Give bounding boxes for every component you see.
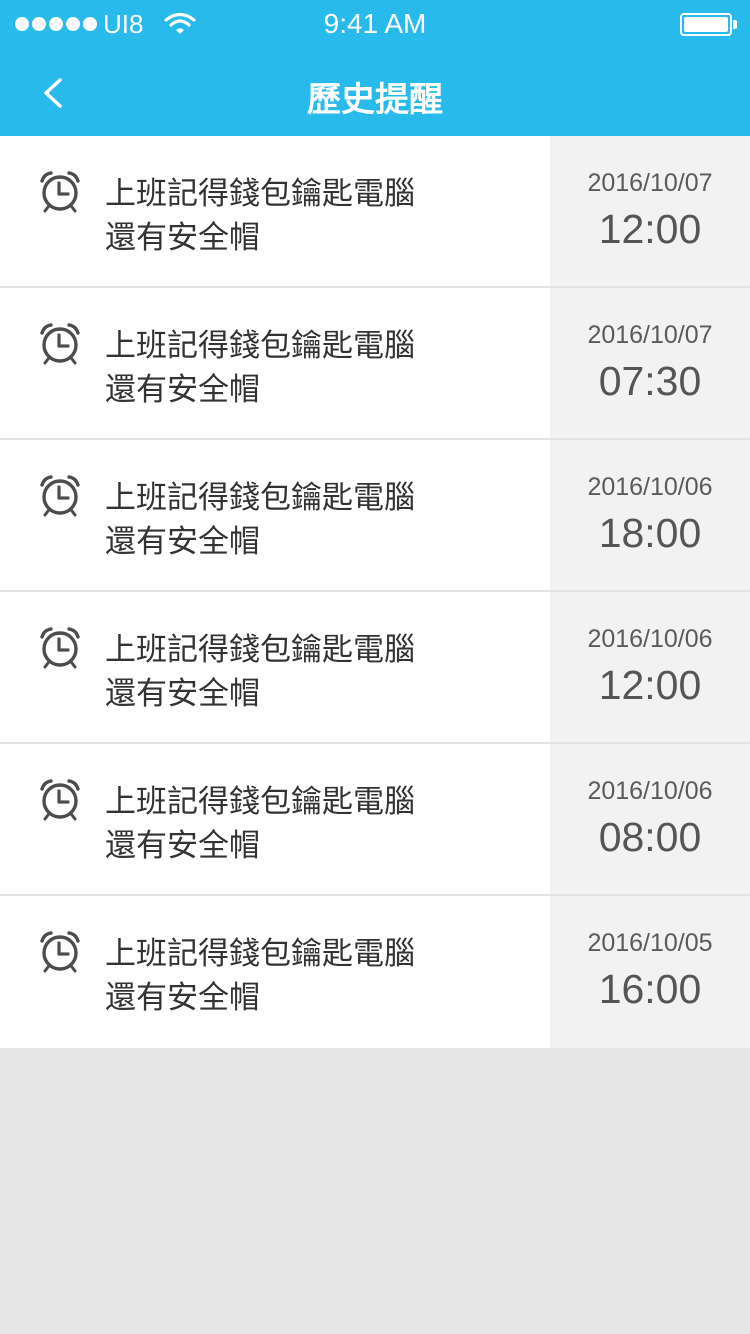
reminder-text: 上班記得錢包鑰匙電腦還有安全帽 [105, 784, 415, 864]
reminder-text: 上班記得錢包鑰匙電腦還有安全帽 [105, 632, 415, 712]
list-item[interactable]: 上班記得錢包鑰匙電腦還有安全帽 2016/10/05 16:00 [0, 896, 750, 1048]
reminder-date: 2016/10/06 [587, 625, 713, 653]
alarm-clock-icon [40, 779, 80, 821]
list-item[interactable]: 上班記得錢包鑰匙電腦還有安全帽 2016/10/06 12:00 [0, 592, 750, 744]
reminder-time: 12:00 [598, 662, 702, 708]
reminder-time: 08:00 [598, 814, 702, 860]
alarm-clock-icon [40, 171, 80, 213]
header: UI8 9:41 AM 歷史提醒 [0, 0, 750, 136]
reminder-time: 12:00 [598, 206, 702, 252]
alarm-clock-icon [40, 627, 80, 669]
status-time: 9:41 AM [323, 8, 427, 39]
reminder-time: 07:30 [598, 358, 702, 404]
reminder-time: 16:00 [598, 966, 702, 1012]
reminder-date: 2016/10/07 [587, 169, 713, 197]
list-item[interactable]: 上班記得錢包鑰匙電腦還有安全帽 2016/10/07 12:00 [0, 136, 750, 288]
reminder-date: 2016/10/07 [587, 321, 713, 349]
reminder-time: 18:00 [598, 510, 702, 556]
status-bar: UI8 9:41 AM [0, 0, 750, 48]
reminder-date: 2016/10/05 [587, 929, 713, 957]
reminder-list: 上班記得錢包鑰匙電腦還有安全帽 2016/10/07 12:00 上班記得錢包鑰… [0, 136, 750, 1048]
reminder-date: 2016/10/06 [587, 473, 713, 501]
reminder-date: 2016/10/06 [587, 777, 713, 805]
reminder-text: 上班記得錢包鑰匙電腦還有安全帽 [105, 176, 415, 256]
list-item[interactable]: 上班記得錢包鑰匙電腦還有安全帽 2016/10/06 08:00 [0, 744, 750, 896]
battery-icon [680, 13, 732, 36]
reminder-text: 上班記得錢包鑰匙電腦還有安全帽 [105, 328, 415, 408]
reminder-text: 上班記得錢包鑰匙電腦還有安全帽 [105, 936, 415, 1016]
alarm-clock-icon [40, 323, 80, 365]
list-item[interactable]: 上班記得錢包鑰匙電腦還有安全帽 2016/10/06 18:00 [0, 440, 750, 592]
alarm-clock-icon [40, 931, 80, 973]
page-title: 歷史提醒 [307, 80, 443, 120]
battery-tip [733, 20, 737, 29]
nav-bar: 歷史提醒 [0, 48, 750, 136]
reminder-text: 上班記得錢包鑰匙電腦還有安全帽 [105, 480, 415, 560]
list-item[interactable]: 上班記得錢包鑰匙電腦還有安全帽 2016/10/07 07:30 [0, 288, 750, 440]
alarm-clock-icon [40, 475, 80, 517]
